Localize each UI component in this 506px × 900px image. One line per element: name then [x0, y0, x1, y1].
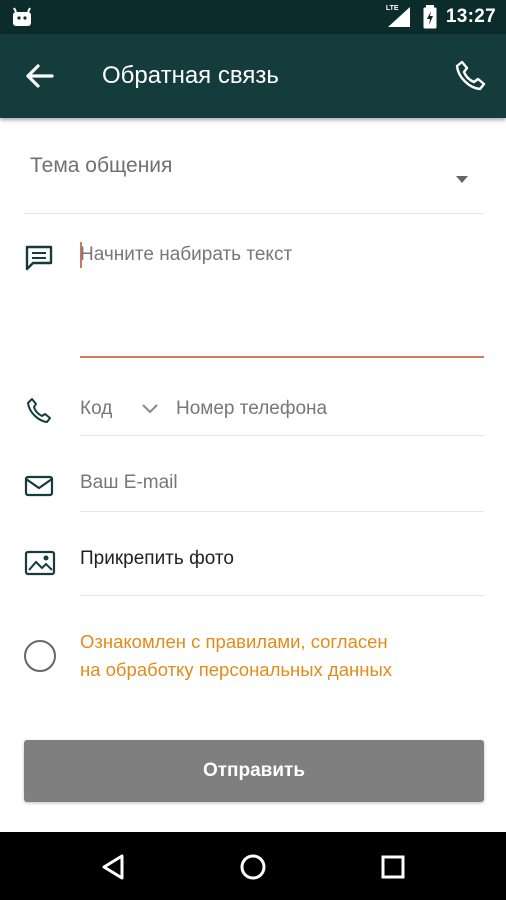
email-placeholder: Ваш E-mail [80, 472, 178, 493]
topic-select[interactable]: Тема общения [24, 140, 484, 214]
chevron-down-icon[interactable] [140, 398, 160, 418]
back-triangle-icon[interactable] [96, 850, 130, 884]
phone-icon[interactable] [450, 56, 490, 96]
page-title: Обратная связь [102, 62, 279, 89]
battery-charging-icon [423, 5, 437, 29]
android-icon [13, 7, 31, 26]
topic-label: Тема общения [30, 154, 173, 177]
phone-field: Код Номер телефона [80, 386, 484, 436]
dropdown-caret-icon [456, 176, 468, 183]
message-icon [25, 245, 53, 271]
network-label: LTE [385, 5, 399, 12]
message-row: Начните набирать текст [0, 242, 506, 362]
submit-button[interactable]: Отправить [24, 740, 484, 802]
status-bar: LTE 13:27 [0, 0, 506, 34]
email-row: Ваш E-mail [0, 460, 506, 512]
status-right: LTE 13:27 [386, 0, 496, 34]
attach-photo-label: Прикрепить фото [80, 548, 234, 569]
image-icon [24, 550, 56, 576]
home-circle-icon[interactable] [236, 850, 270, 884]
attach-photo-field: Прикрепить фото [80, 536, 484, 596]
phone-row: Код Номер телефона [0, 386, 506, 436]
consent-line-2: на обработку персональных данных [80, 659, 392, 680]
consent-row: Ознакомлен с правилами, согласен на обра… [0, 631, 506, 710]
arrow-back-icon[interactable] [22, 58, 58, 94]
consent-line-1: Ознакомлен с правилами, согласен [80, 631, 388, 652]
app-toolbar: Обратная связь [0, 34, 506, 118]
status-time: 13:27 [445, 6, 496, 27]
phone-number-input[interactable]: Номер телефона [176, 398, 327, 420]
recents-square-icon[interactable] [376, 850, 410, 884]
message-placeholder: Начните набирать текст [80, 244, 293, 265]
phone-icon [27, 398, 51, 423]
system-nav-bar [0, 832, 506, 900]
consent-text[interactable]: Ознакомлен с правилами, согласен на обра… [80, 628, 490, 684]
email-input[interactable]: Ваш E-mail [80, 460, 484, 512]
signal-icon: LTE [386, 5, 414, 29]
attach-photo-row[interactable]: Прикрепить фото [0, 536, 506, 596]
message-input[interactable]: Начните набирать текст [80, 242, 484, 358]
mail-icon [24, 475, 54, 497]
phone-code-select[interactable]: Код [80, 398, 112, 420]
consent-radio[interactable] [24, 640, 56, 672]
